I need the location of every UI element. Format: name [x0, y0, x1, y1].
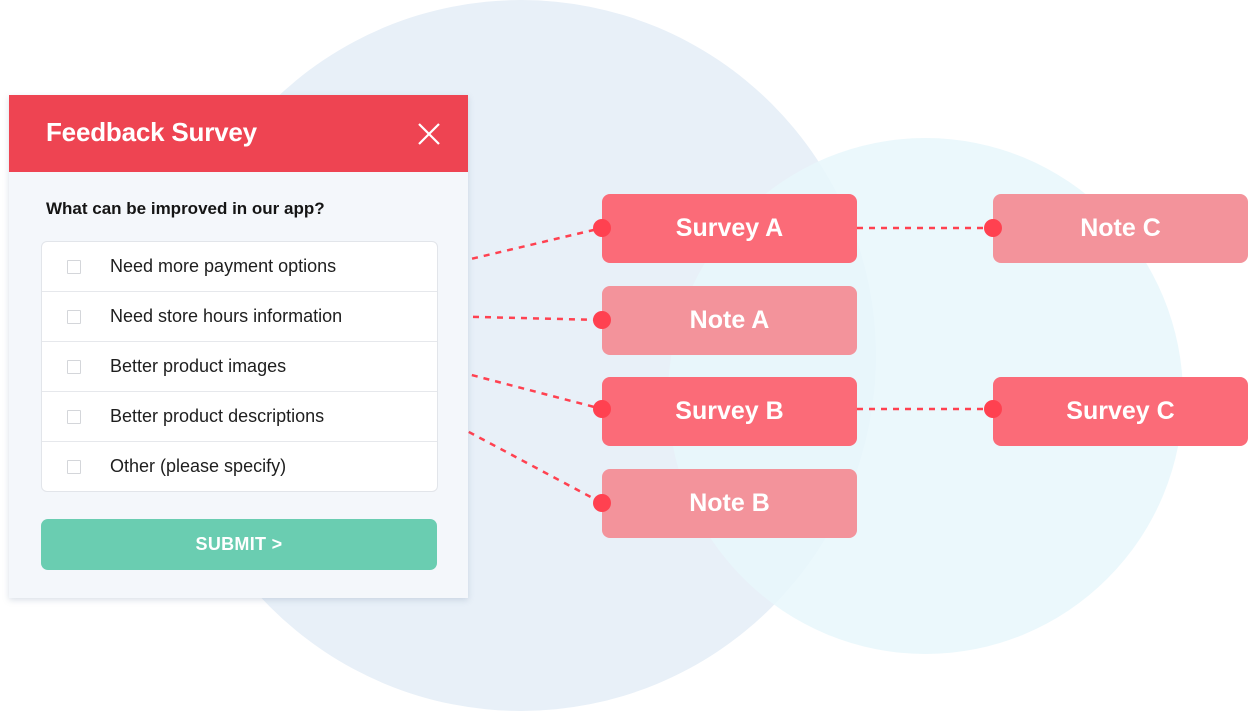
panel-header: Feedback Survey	[9, 95, 468, 172]
close-button[interactable]	[416, 121, 442, 147]
option-payment-options[interactable]: Need more payment options	[42, 242, 437, 291]
node-label: Survey C	[1066, 397, 1175, 425]
option-label: Need more payment options	[110, 256, 337, 276]
option-label: Better product descriptions	[110, 406, 325, 426]
node-label: Note C	[1080, 214, 1161, 242]
feedback-survey-panel: Feedback Survey What can be improved in …	[9, 95, 468, 598]
submit-button[interactable]: SUBMIT >	[41, 519, 437, 570]
checkbox[interactable]	[67, 310, 81, 324]
connector-dot-survey-a[interactable]	[593, 219, 611, 237]
connector-dot-survey-b[interactable]	[593, 400, 611, 418]
node-survey-c[interactable]: Survey C	[993, 377, 1248, 446]
checkbox[interactable]	[67, 260, 81, 274]
node-label: Note A	[689, 306, 770, 334]
option-label: Other (please specify)	[110, 456, 287, 476]
option-store-hours[interactable]: Need store hours information	[42, 291, 437, 341]
connector-dot-survey-c[interactable]	[984, 400, 1002, 418]
checkbox[interactable]	[67, 460, 81, 474]
option-label: Need store hours information	[110, 306, 343, 326]
close-icon	[418, 123, 440, 145]
node-note-c[interactable]: Note C	[993, 194, 1248, 263]
node-survey-a[interactable]: Survey A	[602, 194, 857, 263]
node-note-b[interactable]: Note B	[602, 469, 857, 538]
panel-title: Feedback Survey	[46, 117, 257, 147]
node-label: Survey B	[675, 397, 784, 425]
survey-question: What can be improved in our app?	[46, 199, 325, 218]
option-product-descriptions[interactable]: Better product descriptions	[42, 391, 437, 441]
option-other[interactable]: Other (please specify)	[42, 441, 437, 491]
options-list: Need more payment options Need store hou…	[41, 241, 438, 492]
option-label: Better product images	[110, 356, 287, 376]
checkbox[interactable]	[67, 360, 81, 374]
option-product-images[interactable]: Better product images	[42, 341, 437, 391]
node-note-a[interactable]: Note A	[602, 286, 857, 355]
node-label: Note B	[689, 489, 770, 517]
node-label: Survey A	[675, 214, 784, 242]
connector-dot-note-a[interactable]	[593, 311, 611, 329]
node-survey-b[interactable]: Survey B	[602, 377, 857, 446]
checkbox[interactable]	[67, 410, 81, 424]
connector-dot-note-c[interactable]	[984, 219, 1002, 237]
connector-dot-note-b[interactable]	[593, 494, 611, 512]
